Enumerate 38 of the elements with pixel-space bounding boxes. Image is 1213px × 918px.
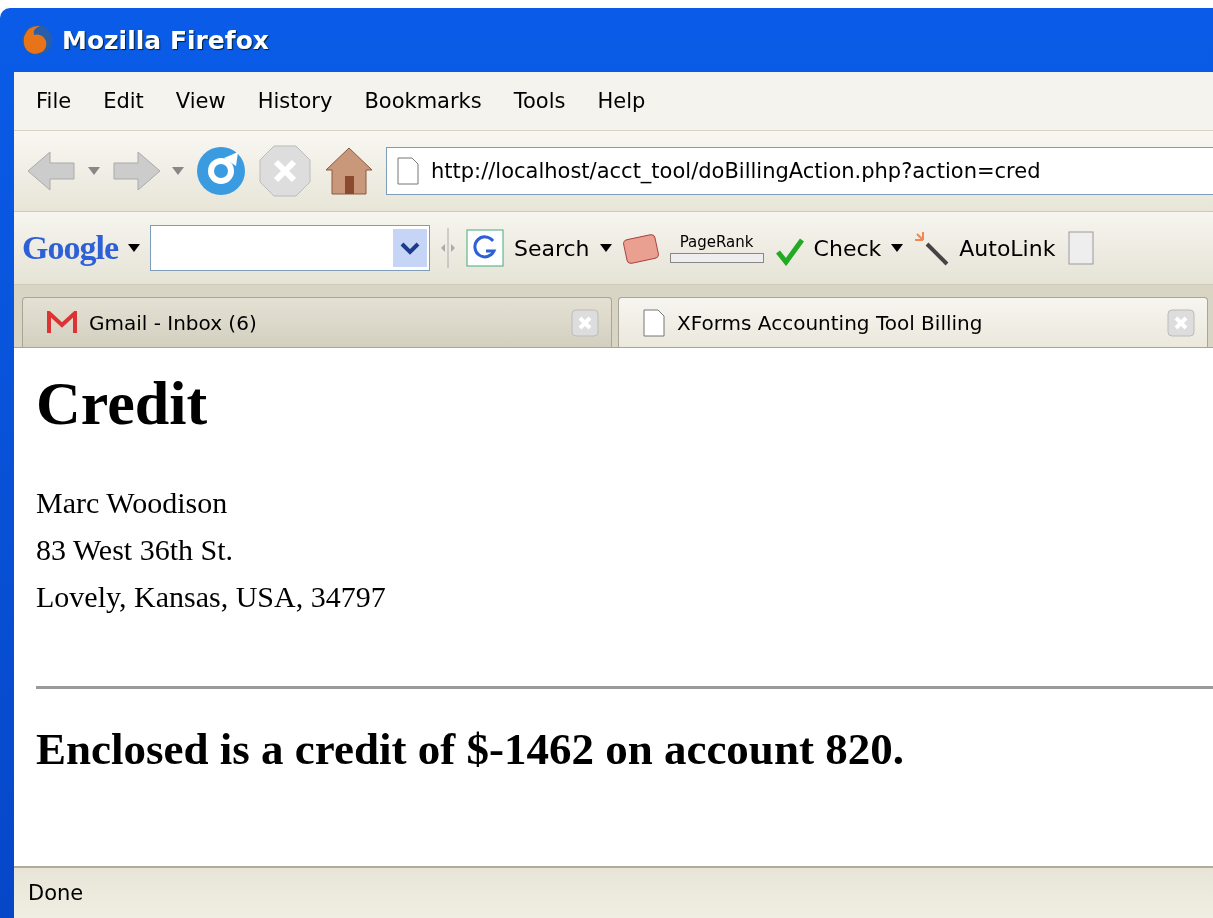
browser-tab[interactable]: Gmail - Inbox (6) — [22, 297, 612, 347]
browser-tab[interactable]: XForms Accounting Tool Billing — [618, 297, 1208, 347]
address-line: Marc Woodison — [36, 485, 229, 521]
pagerank-label: PageRank — [679, 233, 754, 251]
document-icon[interactable] — [1065, 230, 1096, 266]
menu-item[interactable]: Bookmarks — [350, 85, 496, 117]
search-button[interactable]: Search — [514, 235, 590, 261]
menu-item[interactable]: Edit — [89, 85, 158, 117]
menu-item[interactable]: Tools — [499, 85, 580, 117]
address-line: Lovely, Kansas, USA, 34797 — [36, 579, 387, 615]
firefox-logo-icon — [20, 23, 54, 57]
status-text: Done — [28, 881, 84, 905]
dropdown-caret-icon[interactable] — [891, 244, 904, 252]
menu-item[interactable]: View — [161, 85, 240, 117]
autolink-button[interactable]: AutoLink — [959, 235, 1056, 261]
search-field[interactable] — [150, 225, 430, 271]
close-icon[interactable] — [1167, 308, 1195, 337]
magic-wand-icon[interactable] — [913, 230, 950, 266]
address-field[interactable]: http://localhost/acct_tool/doBillingAction.php?action=cred — [386, 147, 1213, 195]
reload-icon[interactable] — [194, 144, 248, 198]
stop-icon[interactable] — [258, 144, 312, 198]
menu-item[interactable]: Help — [583, 85, 660, 117]
google-logo[interactable]: Google — [22, 229, 118, 267]
address-line: 83 West 36th St. — [36, 532, 235, 568]
dropdown-caret-icon[interactable] — [128, 244, 140, 252]
mail-envelope-icon — [47, 310, 77, 335]
g-search-icon[interactable] — [466, 229, 504, 267]
grip-icon — [440, 228, 456, 268]
page-heading: Credit — [36, 368, 209, 439]
menu-item[interactable]: File — [22, 85, 86, 117]
credit-message: Enclosed is a credit of $-1462 on account 820. — [36, 723, 905, 775]
close-icon[interactable] — [571, 308, 599, 337]
menu-item[interactable]: History — [243, 85, 347, 117]
page-icon — [643, 308, 665, 337]
check-button[interactable]: Check — [813, 235, 882, 261]
window-title: Mozilla Firefox — [62, 25, 269, 55]
page-icon — [397, 157, 419, 185]
dropdown-caret-icon[interactable] — [599, 244, 612, 252]
